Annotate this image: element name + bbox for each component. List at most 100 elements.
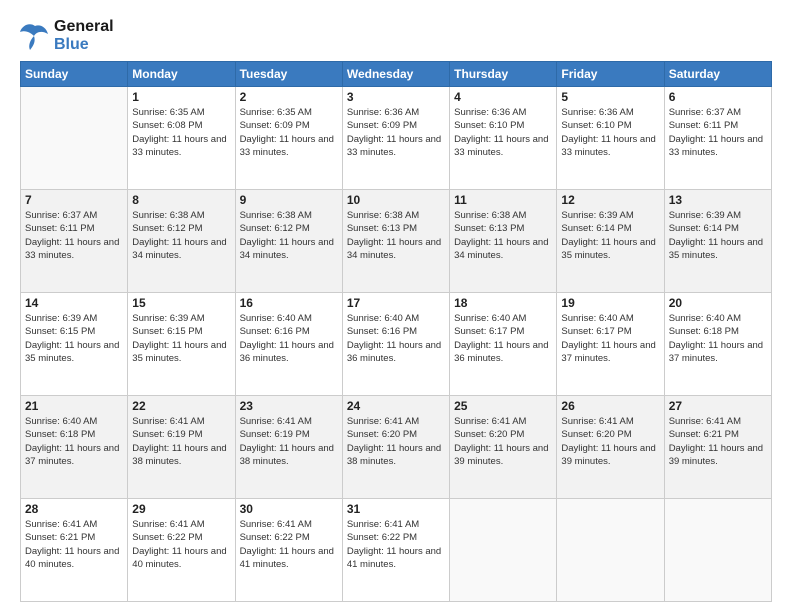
day-number: 15 [132,296,230,310]
sunrise-text: Sunrise: 6:35 AM [132,106,230,119]
calendar-cell: 31Sunrise: 6:41 AMSunset: 6:22 PMDayligh… [342,499,449,602]
col-header-saturday: Saturday [664,62,771,87]
day-number: 6 [669,90,767,104]
calendar-cell [21,87,128,190]
calendar-header-row: SundayMondayTuesdayWednesdayThursdayFrid… [21,62,772,87]
calendar-cell: 1Sunrise: 6:35 AMSunset: 6:08 PMDaylight… [128,87,235,190]
sunrise-text: Sunrise: 6:36 AM [347,106,445,119]
calendar-cell: 9Sunrise: 6:38 AMSunset: 6:12 PMDaylight… [235,190,342,293]
sunrise-text: Sunrise: 6:39 AM [132,312,230,325]
sunset-text: Sunset: 6:18 PM [25,428,123,441]
sunset-text: Sunset: 6:15 PM [25,325,123,338]
sunrise-text: Sunrise: 6:36 AM [454,106,552,119]
calendar-cell: 30Sunrise: 6:41 AMSunset: 6:22 PMDayligh… [235,499,342,602]
calendar-cell: 5Sunrise: 6:36 AMSunset: 6:10 PMDaylight… [557,87,664,190]
calendar-cell: 12Sunrise: 6:39 AMSunset: 6:14 PMDayligh… [557,190,664,293]
calendar-week-row: 7Sunrise: 6:37 AMSunset: 6:11 PMDaylight… [21,190,772,293]
daylight-text: Daylight: 11 hours and 33 minutes. [669,133,767,160]
sunrise-text: Sunrise: 6:41 AM [669,415,767,428]
sunset-text: Sunset: 6:22 PM [347,531,445,544]
daylight-text: Daylight: 11 hours and 37 minutes. [561,339,659,366]
sunrise-text: Sunrise: 6:38 AM [347,209,445,222]
calendar-cell: 4Sunrise: 6:36 AMSunset: 6:10 PMDaylight… [450,87,557,190]
daylight-text: Daylight: 11 hours and 34 minutes. [132,236,230,263]
day-number: 2 [240,90,338,104]
col-header-tuesday: Tuesday [235,62,342,87]
day-number: 24 [347,399,445,413]
calendar-cell: 8 Sunrise: 6:38 AMSunset: 6:12 PMDaylight… [128,190,235,293]
day-number: 12 [561,193,659,207]
daylight-text: Daylight: 11 hours and 35 minutes. [669,236,767,263]
col-header-sunday: Sunday [21,62,128,87]
sunset-text: Sunset: 6:12 PM [132,222,230,235]
calendar-cell: 22Sunrise: 6:41 AMSunset: 6:19 PMDayligh… [128,396,235,499]
sunset-text: Sunset: 6:22 PM [132,531,230,544]
sunset-text: Sunset: 6:13 PM [347,222,445,235]
day-number: 27 [669,399,767,413]
day-number: 13 [669,193,767,207]
day-number: 8 [132,193,230,207]
daylight-text: Daylight: 11 hours and 34 minutes. [347,236,445,263]
day-number: 18 [454,296,552,310]
sunset-text: Sunset: 6:11 PM [669,119,767,132]
daylight-text: Daylight: 11 hours and 39 minutes. [454,442,552,469]
sunrise-text: Sunrise: 6:40 AM [25,415,123,428]
sunrise-text: Sunrise: 6:41 AM [132,415,230,428]
calendar-cell: 2Sunrise: 6:35 AMSunset: 6:09 PMDaylight… [235,87,342,190]
sunrise-text: Sunrise: 6:37 AM [669,106,767,119]
calendar-cell: 11Sunrise: 6:38 AMSunset: 6:13 PMDayligh… [450,190,557,293]
calendar-cell: 10 Sunrise: 6:38 AMSunset: 6:13 PMDayligh… [342,190,449,293]
sunrise-text: Sunrise: 6:41 AM [132,518,230,531]
page: General Blue SundayMondayTuesdayWednesda… [0,0,792,612]
day-number: 11 [454,193,552,207]
daylight-text: Daylight: 11 hours and 35 minutes. [561,236,659,263]
sunset-text: Sunset: 6:14 PM [669,222,767,235]
calendar-cell: 19Sunrise: 6:40 AMSunset: 6:17 PMDayligh… [557,293,664,396]
sunrise-text: Sunrise: 6:41 AM [347,518,445,531]
sunset-text: Sunset: 6:17 PM [561,325,659,338]
sunset-text: Sunset: 6:19 PM [132,428,230,441]
calendar-week-row: 1Sunrise: 6:35 AMSunset: 6:08 PMDaylight… [21,87,772,190]
sunset-text: Sunset: 6:15 PM [132,325,230,338]
sunset-text: Sunset: 6:09 PM [347,119,445,132]
sunrise-text: Sunrise: 6:38 AM [132,209,230,222]
calendar-cell: 3Sunrise: 6:36 AMSunset: 6:09 PMDaylight… [342,87,449,190]
daylight-text: Daylight: 11 hours and 35 minutes. [25,339,123,366]
sunrise-text: Sunrise: 6:39 AM [669,209,767,222]
sunrise-text: Sunrise: 6:36 AM [561,106,659,119]
daylight-text: Daylight: 11 hours and 33 minutes. [25,236,123,263]
day-number: 10 [347,193,445,207]
calendar-cell [664,499,771,602]
sunset-text: Sunset: 6:11 PM [25,222,123,235]
sunrise-text: Sunrise: 6:41 AM [25,518,123,531]
sunrise-text: Sunrise: 6:41 AM [454,415,552,428]
sunset-text: Sunset: 6:21 PM [25,531,123,544]
calendar-cell [557,499,664,602]
calendar-cell: 20Sunrise: 6:40 AMSunset: 6:18 PMDayligh… [664,293,771,396]
logo-text: General Blue [54,18,114,53]
calendar-cell: 28Sunrise: 6:41 AMSunset: 6:21 PMDayligh… [21,499,128,602]
sunrise-text: Sunrise: 6:41 AM [561,415,659,428]
day-number: 19 [561,296,659,310]
daylight-text: Daylight: 11 hours and 36 minutes. [347,339,445,366]
sunset-text: Sunset: 6:13 PM [454,222,552,235]
sunset-text: Sunset: 6:16 PM [347,325,445,338]
calendar-cell: 18Sunrise: 6:40 AMSunset: 6:17 PMDayligh… [450,293,557,396]
sunset-text: Sunset: 6:10 PM [454,119,552,132]
daylight-text: Daylight: 11 hours and 41 minutes. [240,545,338,572]
daylight-text: Daylight: 11 hours and 39 minutes. [669,442,767,469]
day-number: 26 [561,399,659,413]
day-number: 21 [25,399,123,413]
calendar-cell: 14Sunrise: 6:39 AMSunset: 6:15 PMDayligh… [21,293,128,396]
day-number: 29 [132,502,230,516]
calendar-cell: 7Sunrise: 6:37 AMSunset: 6:11 PMDaylight… [21,190,128,293]
day-number: 30 [240,502,338,516]
logo: General Blue [20,18,114,53]
col-header-friday: Friday [557,62,664,87]
daylight-text: Daylight: 11 hours and 33 minutes. [132,133,230,160]
calendar-cell: 29Sunrise: 6:41 AMSunset: 6:22 PMDayligh… [128,499,235,602]
sunrise-text: Sunrise: 6:40 AM [240,312,338,325]
sunrise-text: Sunrise: 6:41 AM [347,415,445,428]
logo-icon [20,22,50,50]
day-number: 16 [240,296,338,310]
